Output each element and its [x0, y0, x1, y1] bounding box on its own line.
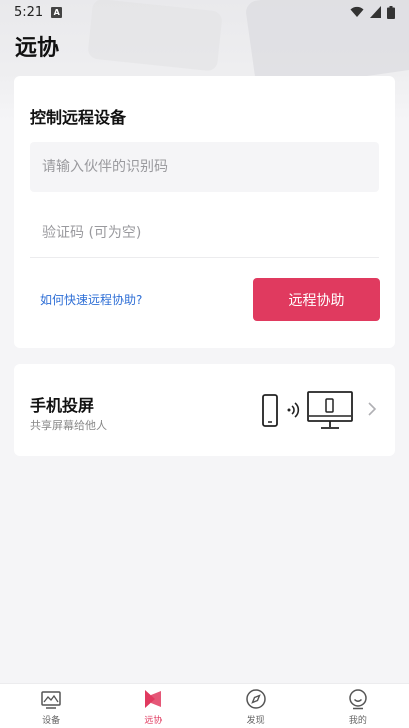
nav-item-profile[interactable]: 我的 [307, 684, 409, 728]
cast-card-subtitle: 共享屏幕给他人 [30, 419, 107, 432]
nav-label-discover: 发现 [246, 716, 265, 726]
nav-item-devices[interactable]: 设备 [0, 684, 102, 728]
phone-icon [262, 394, 278, 427]
verify-code-input[interactable] [30, 208, 379, 258]
nav-item-discover[interactable]: 发现 [205, 684, 307, 728]
remote-card-title: 控制远程设备 [30, 108, 127, 127]
a-badge-icon: A [51, 6, 63, 18]
wifi-icon [350, 6, 364, 17]
bottom-nav: 设备 远协 发现 我的 [0, 683, 409, 728]
remote-assist-button[interactable]: 远程协助 [253, 278, 380, 321]
nav-label-profile: 我的 [348, 716, 367, 726]
remote-assist-icon [145, 690, 162, 708]
nav-label-remote-assist: 远协 [144, 716, 163, 726]
profile-icon [349, 689, 367, 710]
compass-icon [245, 689, 266, 709]
chevron-right-icon [368, 402, 377, 416]
screen-cast-card[interactable]: 手机投屏 共享屏幕给他人 [14, 364, 395, 456]
remote-control-card: 控制远程设备 如何快速远程协助? 远程协助 [14, 76, 395, 348]
partner-id-input[interactable] [30, 142, 379, 192]
help-link[interactable]: 如何快速远程协助? [40, 291, 142, 308]
page-title: 远协 [15, 36, 60, 61]
nav-item-remote-assist[interactable]: 远协 [102, 684, 204, 728]
battery-icon [387, 5, 395, 19]
signal-waves-icon [287, 402, 300, 418]
status-bar: 5:21 A [0, 0, 409, 24]
status-time: 5:21 [14, 4, 44, 20]
devices-icon [41, 691, 61, 709]
monitor-icon [307, 391, 353, 429]
cast-card-title: 手机投屏 [30, 396, 95, 415]
signal-icon [370, 6, 381, 18]
nav-label-devices: 设备 [42, 716, 61, 726]
cast-illustration [262, 391, 353, 429]
